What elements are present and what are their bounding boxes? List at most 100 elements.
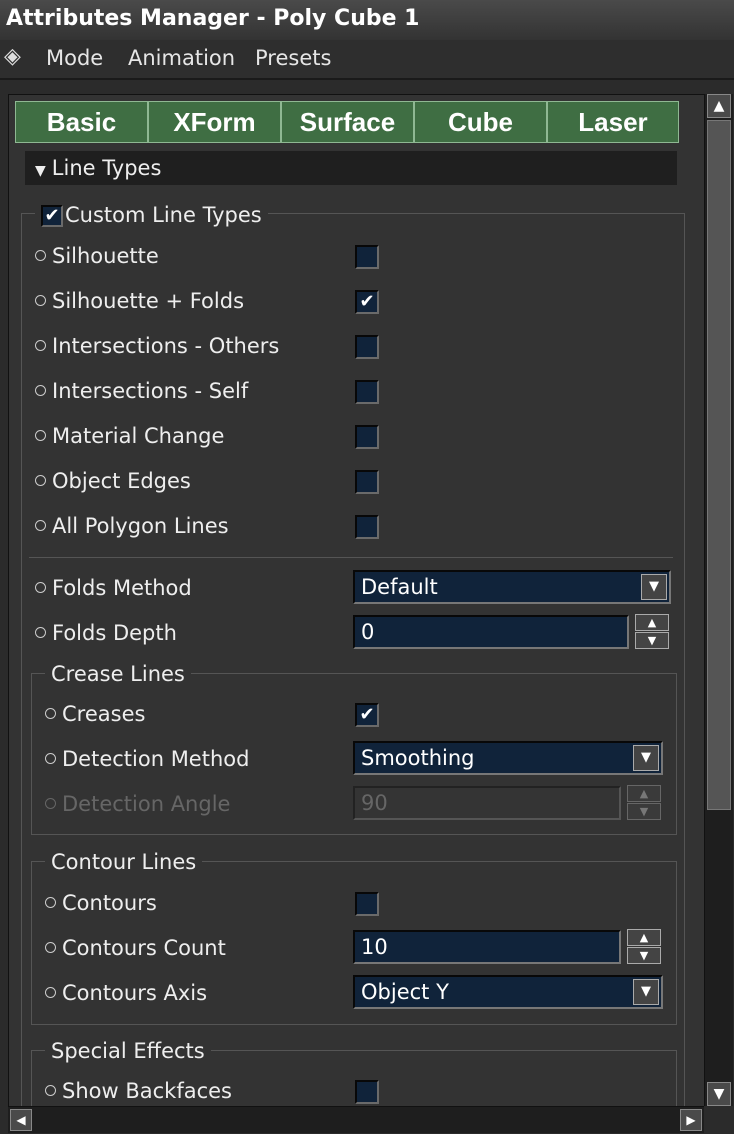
animate-dot-icon[interactable] xyxy=(45,896,56,908)
row-label: Contours xyxy=(62,891,157,915)
arrow-down-icon[interactable]: ▼ xyxy=(635,632,669,649)
row-label: Folds Method xyxy=(52,576,192,600)
section-header-line-types[interactable]: ▼ Line Types xyxy=(25,151,677,185)
folds-depth-stepper[interactable]: ▲ ▼ xyxy=(635,614,669,650)
row-material-change: Material Change xyxy=(35,417,224,455)
input-value: 10 xyxy=(361,935,388,959)
title-bar: Attributes Manager - Poly Cube 1 xyxy=(0,0,734,41)
dropdown-value: Default xyxy=(361,575,438,599)
custom-line-types-checkbox[interactable]: ✔ xyxy=(41,205,63,227)
silhouette-checkbox[interactable] xyxy=(355,245,379,269)
arrow-left-icon[interactable]: ◀ xyxy=(10,1109,32,1131)
menu-animation[interactable]: Animation xyxy=(128,46,235,70)
row-creases: Creases xyxy=(45,695,145,733)
row-show-backfaces: Show Backfaces xyxy=(45,1072,232,1107)
row-intersections-others: Intersections - Others xyxy=(35,327,279,365)
crease-lines-title: Crease Lines xyxy=(45,661,191,687)
detection-method-dropdown[interactable]: Smoothing xyxy=(353,741,663,775)
menu-mode[interactable]: Mode xyxy=(46,46,103,70)
row-folds-depth: Folds Depth xyxy=(35,614,177,652)
animate-dot-icon[interactable] xyxy=(35,519,46,531)
custom-line-types-label: Custom Line Types xyxy=(65,203,262,227)
arrow-down-icon[interactable]: ▼ xyxy=(627,947,661,964)
tab-xform[interactable]: XForm xyxy=(148,101,281,143)
intersections-self-checkbox[interactable] xyxy=(355,380,379,404)
dropdown-value: Smoothing xyxy=(361,746,475,770)
input-value: 90 xyxy=(361,791,388,815)
tab-bar: Basic XForm Surface Cube Laser xyxy=(15,101,679,143)
row-label: Creases xyxy=(62,702,146,726)
chevron-down-icon[interactable]: ▼ xyxy=(633,979,659,1005)
material-change-checkbox[interactable] xyxy=(355,425,379,449)
intersections-others-checkbox[interactable] xyxy=(355,335,379,359)
arrow-up-icon: ▲ xyxy=(627,785,661,802)
all-polygon-lines-checkbox[interactable] xyxy=(355,515,379,539)
chevron-down-icon[interactable]: ▼ xyxy=(633,745,659,771)
row-contours-axis: Contours Axis xyxy=(45,974,207,1012)
silhouette-folds-checkbox[interactable]: ✔ xyxy=(355,290,379,314)
animate-dot-icon[interactable] xyxy=(35,339,46,351)
folds-method-dropdown[interactable]: Default xyxy=(353,570,671,604)
row-contours: Contours xyxy=(45,884,157,922)
arrow-right-icon[interactable]: ▶ xyxy=(680,1109,702,1131)
contours-count-input[interactable]: 10 xyxy=(353,930,621,964)
animate-dot-icon[interactable] xyxy=(45,1084,56,1096)
animate-dot-icon[interactable] xyxy=(45,986,56,998)
menu-bar: ◈ Mode Animation Presets xyxy=(0,40,734,80)
contours-axis-dropdown[interactable]: Object Y xyxy=(353,975,663,1009)
window-title: Attributes Manager - Poly Cube 1 xyxy=(6,6,420,31)
attributes-panel: Basic XForm Surface Cube Laser ▼ Line Typ… xyxy=(8,94,706,1108)
animate-dot-icon xyxy=(45,797,56,809)
creases-checkbox[interactable]: ✔ xyxy=(355,703,379,727)
arrow-down-icon[interactable]: ▼ xyxy=(707,1082,731,1106)
row-label: Material Change xyxy=(52,424,225,448)
object-edges-checkbox[interactable] xyxy=(355,470,379,494)
row-object-edges: Object Edges xyxy=(35,462,191,500)
animate-dot-icon[interactable] xyxy=(45,941,56,953)
row-label: All Polygon Lines xyxy=(52,514,229,538)
row-label: Intersections - Others xyxy=(52,334,280,358)
horizontal-scrollbar[interactable]: ◀ ▶ xyxy=(8,1106,704,1133)
row-detection-angle: Detection Angle xyxy=(45,785,230,823)
row-label: Silhouette xyxy=(52,244,159,268)
animate-dot-icon[interactable] xyxy=(35,429,46,441)
animate-dot-icon[interactable] xyxy=(35,581,46,593)
animate-dot-icon[interactable] xyxy=(35,626,46,638)
animate-dot-icon[interactable] xyxy=(45,707,56,719)
animate-dot-icon[interactable] xyxy=(35,474,46,486)
tab-cube[interactable]: Cube xyxy=(414,101,547,143)
folds-depth-input[interactable]: 0 xyxy=(353,615,629,649)
arrow-up-icon[interactable]: ▲ xyxy=(707,94,731,118)
tab-basic[interactable]: Basic xyxy=(15,101,148,143)
animate-dot-icon[interactable] xyxy=(35,294,46,306)
contours-count-stepper[interactable]: ▲ ▼ xyxy=(627,929,661,965)
custom-line-types-header: ✔ Custom Line Types xyxy=(35,202,268,228)
row-label: Detection Method xyxy=(62,747,250,771)
detection-angle-stepper: ▲ ▼ xyxy=(627,785,661,821)
row-contours-count: Contours Count xyxy=(45,929,226,967)
diamond-icon[interactable]: ◈ xyxy=(4,44,21,69)
tab-laser[interactable]: Laser xyxy=(547,101,679,143)
row-silhouette-folds: Silhouette + Folds xyxy=(35,282,244,320)
animate-dot-icon[interactable] xyxy=(35,249,46,261)
menu-presets[interactable]: Presets xyxy=(255,46,331,70)
animate-dot-icon[interactable] xyxy=(45,752,56,764)
contour-lines-title: Contour Lines xyxy=(45,849,203,875)
row-silhouette: Silhouette xyxy=(35,237,159,275)
contours-checkbox[interactable] xyxy=(355,892,379,916)
vertical-scrollbar[interactable]: ▲ ▼ xyxy=(704,94,733,1106)
scrollbar-thumb[interactable] xyxy=(707,120,731,810)
animate-dot-icon[interactable] xyxy=(35,384,46,396)
dropdown-value: Object Y xyxy=(361,980,449,1004)
triangle-down-icon: ▼ xyxy=(35,163,46,179)
arrow-down-icon: ▼ xyxy=(627,803,661,820)
arrow-up-icon[interactable]: ▲ xyxy=(627,929,661,946)
chevron-down-icon[interactable]: ▼ xyxy=(641,574,667,600)
row-label: Silhouette + Folds xyxy=(52,289,245,313)
arrow-up-icon[interactable]: ▲ xyxy=(635,614,669,631)
row-folds-method: Folds Method xyxy=(35,569,192,607)
section-title: Line Types xyxy=(51,156,162,180)
show-backfaces-checkbox[interactable] xyxy=(355,1080,379,1104)
row-label: Intersections - Self xyxy=(52,379,249,403)
tab-surface[interactable]: Surface xyxy=(281,101,414,143)
